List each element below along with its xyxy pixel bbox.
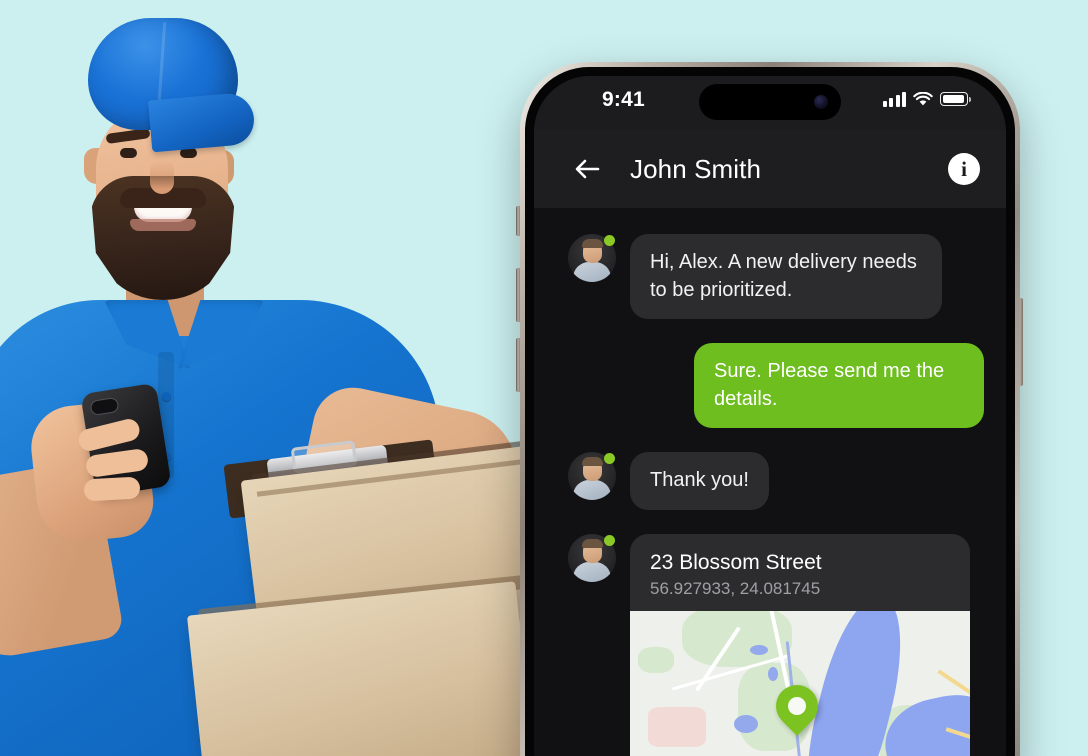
- iphone-device-frame: 9:41 John Smith i Hi, Alex. A new delive…: [520, 62, 1020, 756]
- wifi-icon: [913, 91, 933, 105]
- front-camera-icon: [814, 95, 828, 109]
- location-coordinates: 56.927933, 24.081745: [650, 579, 821, 599]
- avatar-body: [573, 480, 611, 501]
- courier-photo: [0, 0, 530, 756]
- status-icons: [882, 91, 972, 107]
- status-bar: 9:41: [534, 76, 1006, 130]
- message-row-location-card: 23 Blossom Street 56.927933, 24.081745: [534, 533, 1006, 756]
- avatar-hair: [582, 457, 603, 467]
- iphone-bezel: 9:41 John Smith i Hi, Alex. A new delive…: [525, 67, 1015, 756]
- location-card[interactable]: 23 Blossom Street 56.927933, 24.081745: [630, 533, 970, 756]
- held-smartphone-camera-icon: [89, 396, 120, 417]
- cellular-bars-icon: [882, 91, 906, 107]
- location-address: 23 Blossom Street: [650, 550, 822, 574]
- courier-lip: [130, 219, 196, 231]
- message-row-outgoing-1: Sure. Please send me the details.: [534, 343, 1006, 429]
- avatar-hair: [582, 538, 603, 548]
- message-row-incoming-2: Thank you!: [534, 452, 1006, 510]
- map-park-area: [638, 647, 674, 674]
- message-bubble[interactable]: Hi, Alex. A new delivery needs to be pri…: [630, 234, 942, 320]
- info-icon: i: [961, 156, 967, 181]
- online-status-dot: [604, 453, 615, 465]
- message-bubble[interactable]: Sure. Please send me the details.: [694, 343, 984, 429]
- avatar-wrap: [568, 452, 616, 501]
- courier-finger-ring: [83, 476, 141, 502]
- online-status-dot: [604, 235, 615, 246]
- chat-message-list[interactable]: Hi, Alex. A new delivery needs to be pri…: [534, 208, 1006, 756]
- dynamic-island: [699, 84, 841, 120]
- avatar-wrap: [568, 533, 616, 582]
- info-button[interactable]: i: [948, 153, 980, 185]
- iphone-screen: 9:41 John Smith i Hi, Alex. A new delive…: [534, 76, 1006, 756]
- location-card-header: 23 Blossom Street 56.927933, 24.081745: [630, 534, 970, 611]
- courier-eye-left: [120, 148, 137, 158]
- back-arrow-icon: [575, 159, 600, 179]
- status-time: 9:41: [602, 88, 645, 111]
- map-district-area: [648, 707, 706, 748]
- location-map-preview[interactable]: [630, 611, 970, 756]
- page-title: John Smith: [630, 153, 762, 184]
- screenshot-canvas: 9:41 John Smith i Hi, Alex. A new delive…: [0, 0, 1088, 756]
- courier-shirt-button-top: [162, 392, 171, 401]
- back-button[interactable]: [570, 152, 604, 186]
- avatar-hair: [582, 239, 603, 248]
- battery-icon: [940, 92, 972, 106]
- chat-navbar: John Smith i: [534, 130, 1006, 208]
- courier-cap-brim: [147, 91, 257, 153]
- avatar-body: [573, 561, 611, 582]
- avatar-wrap: [568, 234, 616, 282]
- online-status-dot: [604, 534, 615, 546]
- avatar-body: [573, 262, 611, 282]
- courier-nose: [150, 160, 174, 194]
- message-bubble[interactable]: Thank you!: [630, 452, 769, 510]
- message-row-incoming-1: Hi, Alex. A new delivery needs to be pri…: [534, 234, 1006, 320]
